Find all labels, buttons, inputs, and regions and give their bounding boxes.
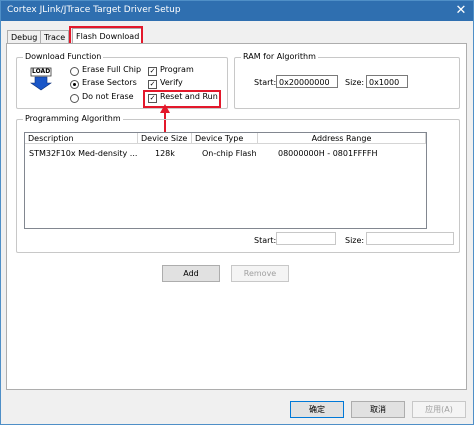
load-icon: LOAD [30, 67, 52, 91]
row-device-size: 128k [155, 149, 175, 158]
remove-button[interactable]: Remove [231, 265, 289, 282]
column-header-device-type[interactable]: Device Type [192, 133, 258, 144]
apply-button[interactable]: 应用(A) [412, 401, 466, 418]
column-header-device-size[interactable]: Device Size [138, 133, 192, 144]
ram-size-input[interactable]: 0x1000 [366, 75, 408, 88]
load-icon-label: LOAD [32, 68, 51, 75]
row-device-type: On-chip Flash [202, 149, 257, 158]
add-button[interactable]: Add [162, 265, 220, 282]
do-not-erase-label: Do not Erase [82, 92, 134, 101]
erase-full-chip-label: Erase Full Chip [82, 65, 142, 74]
program-checkbox[interactable]: ✓ [148, 67, 157, 76]
algorithm-start-input[interactable] [276, 232, 336, 245]
title-bar[interactable]: Cortex JLink/JTrace Target Driver Setup … [1, 1, 473, 21]
reset-and-run-highlight-box [143, 90, 221, 108]
algorithm-size-input[interactable] [366, 232, 454, 245]
ram-legend: RAM for Algorithm [241, 52, 318, 61]
tab-debug[interactable]: Debug [7, 30, 42, 44]
ok-button[interactable]: 确定 [290, 401, 344, 418]
algorithm-start-label: Start: [254, 236, 277, 245]
algorithm-size-label: Size: [345, 236, 365, 245]
ram-size-label: Size: [345, 78, 365, 87]
algorithm-list[interactable]: Description Device Size Device Type Addr… [24, 132, 427, 229]
close-icon[interactable]: ✕ [449, 1, 473, 21]
window-title: Cortex JLink/JTrace Target Driver Setup [7, 5, 181, 15]
erase-sectors-label: Erase Sectors [82, 78, 137, 87]
verify-label: Verify [160, 78, 183, 87]
ram-start-label: Start: [254, 78, 277, 87]
row-address-range: 08000000H - 0801FFFFH [278, 149, 378, 158]
column-header-description[interactable]: Description [25, 133, 138, 144]
verify-checkbox[interactable]: ✓ [148, 80, 157, 89]
column-header-address-range[interactable]: Address Range [258, 133, 426, 144]
erase-sectors-radio[interactable] [70, 80, 79, 89]
cancel-button[interactable]: 取消 [351, 401, 405, 418]
programming-algorithm-legend: Programming Algorithm [23, 114, 123, 123]
ram-start-input[interactable]: 0x20000000 [276, 75, 338, 88]
do-not-erase-radio[interactable] [70, 94, 79, 103]
erase-full-chip-radio[interactable] [70, 67, 79, 76]
download-function-legend: Download Function [23, 52, 104, 61]
row-description: STM32F10x Med-density ... [29, 149, 138, 158]
tab-trace[interactable]: Trace [40, 30, 70, 44]
program-label: Program [160, 65, 194, 74]
